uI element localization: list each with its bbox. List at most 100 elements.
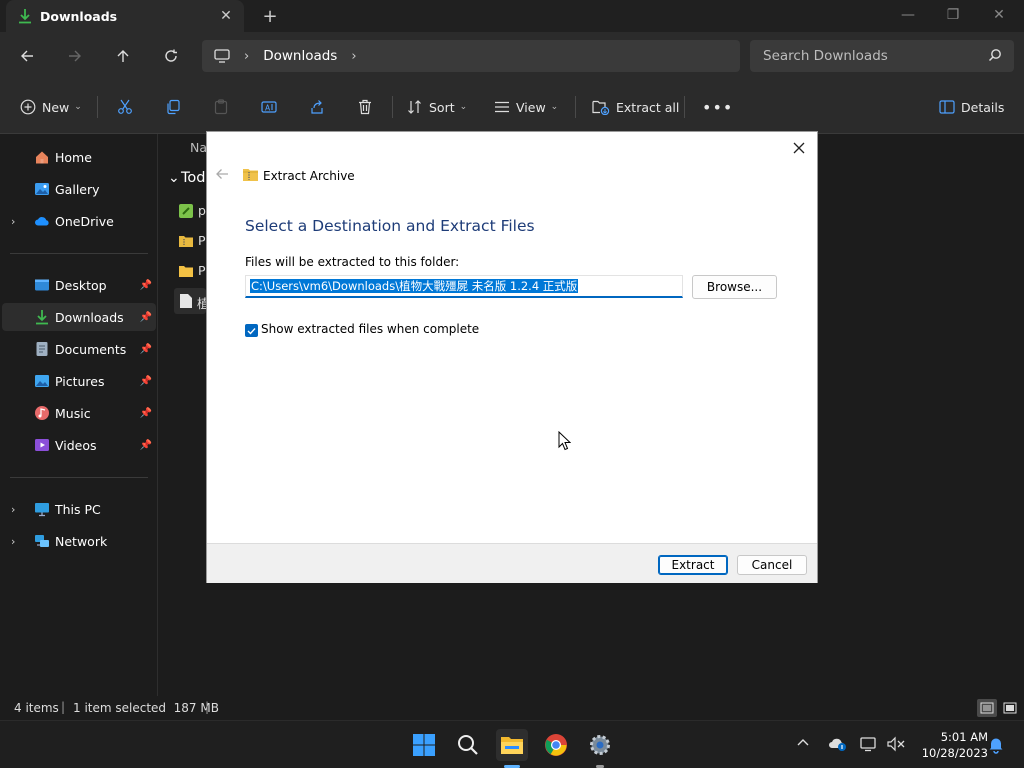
paste-button[interactable] <box>213 94 235 120</box>
sidebar-item-this-pc[interactable]: › This PC <box>2 495 156 523</box>
new-label: New <box>42 99 70 115</box>
search-icon <box>458 735 478 755</box>
taskbar-settings[interactable] <box>584 729 616 761</box>
address-bar[interactable]: › Downloads › <box>202 40 740 72</box>
sidebar-item-videos[interactable]: Videos 📌 <box>2 431 156 459</box>
list-view-icon <box>980 702 994 714</box>
list-item-selected[interactable]: 植 <box>174 288 210 314</box>
browse-button[interactable]: Browse... <box>692 275 777 299</box>
pin-icon[interactable]: 📌 <box>140 376 152 387</box>
taskbar-file-explorer[interactable] <box>496 729 528 761</box>
extract-button[interactable]: Extract <box>658 555 728 575</box>
file-name: p <box>198 203 206 218</box>
chevron-right-icon[interactable]: › <box>11 503 15 516</box>
chevron-down-icon: ⌄ <box>74 102 82 112</box>
close-window-button[interactable]: ✕ <box>984 4 1014 26</box>
dialog-back-button[interactable] <box>215 168 229 184</box>
clock[interactable]: 5:01 AM 10/28/2023 <box>912 729 988 761</box>
maximize-button[interactable]: ❐ <box>938 4 968 26</box>
breadcrumb[interactable]: Downloads <box>263 48 337 64</box>
sidebar-item-label: Network <box>55 533 108 549</box>
chevron-down-icon: ⌄ <box>550 102 559 112</box>
chevron-right-icon[interactable]: › <box>351 49 356 64</box>
search-input[interactable]: Search Downloads <box>750 40 1014 72</box>
pictures-icon <box>35 375 49 387</box>
more-options-button[interactable]: ••• <box>702 94 733 120</box>
onedrive-tray-icon[interactable] <box>828 736 848 755</box>
sidebar-item-documents[interactable]: Documents 📌 <box>2 335 156 363</box>
new-tab-button[interactable]: + <box>258 6 282 27</box>
volume-tray-icon[interactable] <box>886 736 906 755</box>
network-tray-icon[interactable] <box>860 736 878 755</box>
cancel-button[interactable]: Cancel <box>737 555 807 575</box>
copy-button[interactable] <box>165 94 187 120</box>
group-header[interactable]: Tod <box>181 170 205 186</box>
cloud-icon <box>35 217 49 226</box>
chevron-down-icon[interactable]: ⌄ <box>168 170 180 186</box>
sort-button[interactable]: Sort ⌄ <box>407 94 467 120</box>
tab-downloads[interactable]: Downloads ✕ <box>6 0 244 32</box>
back-button[interactable] <box>15 44 39 68</box>
divider <box>684 96 685 118</box>
share-button[interactable] <box>309 94 331 120</box>
sort-label: Sort <box>429 99 455 115</box>
sidebar-item-onedrive[interactable]: › OneDrive <box>2 207 156 235</box>
view-button[interactable]: View ⌄ <box>494 94 558 120</box>
destination-path-input[interactable]: C:\Users\vm6\Downloads\植物大戰殭屍 未名版 1.2.4 … <box>245 275 683 298</box>
gallery-icon <box>35 183 49 195</box>
cloud-icon <box>829 738 846 751</box>
sidebar-item-network[interactable]: › Network <box>2 527 156 555</box>
speaker-muted-icon <box>887 736 905 752</box>
sidebar-item-home[interactable]: Home <box>2 143 156 171</box>
command-bar: New ⌄ A Sort ⌄ View ⌄ Extract all ••• De… <box>0 80 1024 134</box>
sidebar-item-desktop[interactable]: Desktop 📌 <box>2 271 156 299</box>
sidebar-item-gallery[interactable]: Gallery <box>2 175 156 203</box>
pin-icon[interactable]: 📌 <box>140 312 152 323</box>
column-header-name[interactable]: Na <box>190 140 207 155</box>
chevron-right-icon[interactable]: › <box>11 535 15 548</box>
title-bar: Downloads ✕ + — ❐ ✕ <box>0 0 1024 32</box>
selection-info: 1 item selected 187 MB <box>73 701 219 715</box>
pin-icon[interactable]: 📌 <box>140 440 152 451</box>
pin-icon[interactable]: 📌 <box>140 280 152 291</box>
trash-icon <box>359 99 371 115</box>
show-hidden-icons-button[interactable] <box>797 735 809 750</box>
search-icon <box>988 49 1001 62</box>
dialog-close-button[interactable] <box>789 138 809 158</box>
refresh-icon <box>165 49 177 62</box>
taskbar-search-button[interactable] <box>452 729 484 761</box>
status-bar: 4 items | 1 item selected 187 MB | <box>0 696 1024 720</box>
pin-icon[interactable]: 📌 <box>140 344 152 355</box>
chevron-right-icon[interactable]: › <box>11 215 15 228</box>
destination-label: Files will be extracted to this folder: <box>245 255 460 269</box>
cut-button[interactable] <box>117 94 139 120</box>
divider: | <box>205 700 210 714</box>
rename-button[interactable]: A <box>261 94 283 120</box>
notifications-button[interactable] <box>988 736 1004 757</box>
new-button[interactable]: New ⌄ <box>20 94 82 120</box>
show-files-checkbox[interactable] <box>245 324 258 337</box>
plus-circle-icon <box>20 99 36 115</box>
sidebar-item-music[interactable]: Music 📌 <box>2 399 156 427</box>
extract-all-button[interactable]: Extract all <box>592 94 679 120</box>
taskbar: 5:01 AM 10/28/2023 <box>0 720 1024 768</box>
show-files-label[interactable]: Show extracted files when complete <box>261 322 479 336</box>
refresh-button[interactable] <box>159 44 183 68</box>
up-button[interactable] <box>111 44 135 68</box>
pin-icon[interactable]: 📌 <box>140 408 152 419</box>
sidebar-item-pictures[interactable]: Pictures 📌 <box>2 367 156 395</box>
download-icon <box>19 9 31 24</box>
minimize-button[interactable]: — <box>893 4 923 26</box>
sidebar-item-downloads[interactable]: Downloads 📌 <box>2 303 156 331</box>
close-tab-icon[interactable]: ✕ <box>216 6 236 26</box>
details-button[interactable]: Details <box>939 94 1004 120</box>
chevron-right-icon[interactable]: › <box>244 49 249 64</box>
details-view-button[interactable] <box>977 699 997 717</box>
divider <box>392 96 393 118</box>
start-button[interactable] <box>408 729 440 761</box>
forward-button[interactable] <box>63 44 87 68</box>
delete-button[interactable] <box>357 94 379 120</box>
taskbar-chrome[interactable] <box>540 729 572 761</box>
view-icon <box>495 101 509 113</box>
tiles-view-button[interactable] <box>1000 699 1020 717</box>
